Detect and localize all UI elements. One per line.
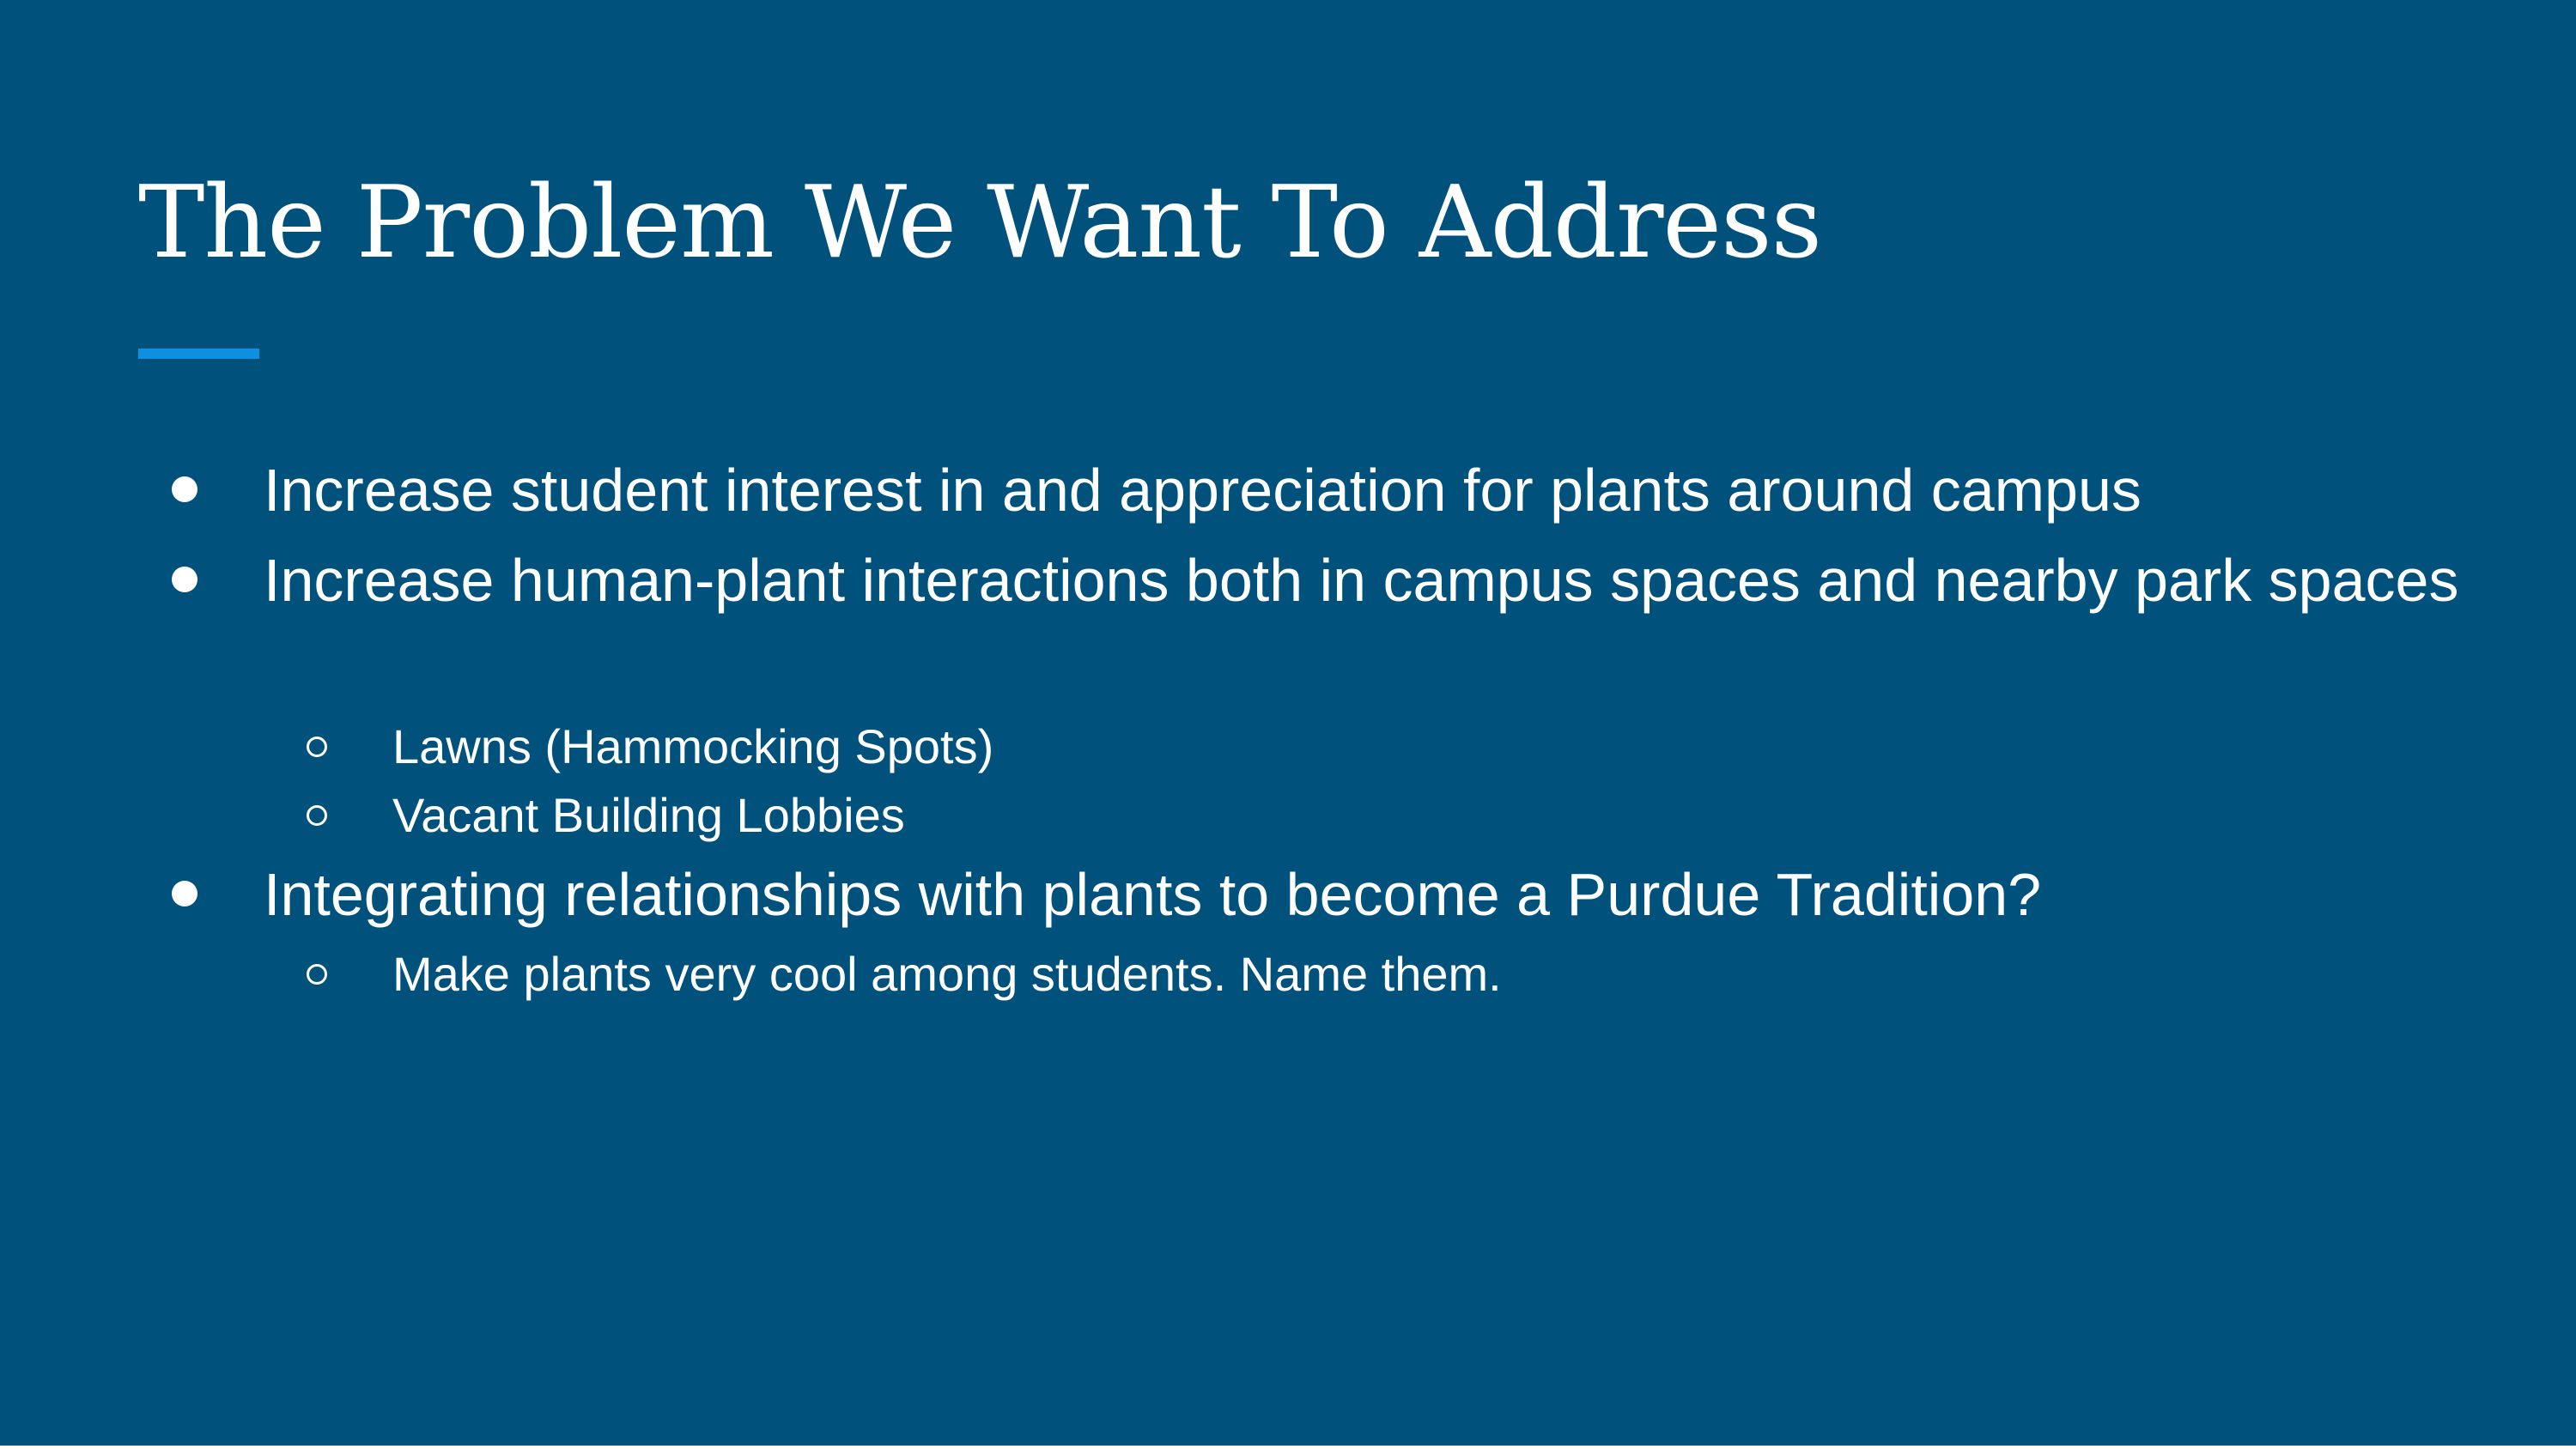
slide-title: The Problem We Want To Address (138, 165, 1822, 281)
sub-bullet-item-2-1: Lawns (Hammocking Spots) (392, 719, 994, 773)
bullet-dot-icon (172, 476, 197, 502)
title-accent-bar (138, 349, 259, 359)
bullet-item-2: Increase human-plant interactions both i… (264, 547, 2459, 614)
sub-bullet-item-2-2: Vacant Building Lobbies (392, 788, 905, 842)
bullet-item-1: Increase student interest in and appreci… (264, 457, 2142, 524)
sub-bullet-circle-icon (307, 737, 327, 757)
slide: The Problem We Want To Address Increase … (0, 0, 2576, 1446)
sub-bullet-circle-icon (307, 964, 327, 985)
bullet-dot-icon (172, 567, 197, 592)
sub-bullet-item-3-1: Make plants very cool among students. Na… (392, 947, 1502, 1001)
bullet-item-3: Integrating relationships with plants to… (264, 861, 2042, 928)
bullet-dot-icon (172, 881, 197, 906)
sub-bullet-circle-icon (307, 805, 327, 826)
